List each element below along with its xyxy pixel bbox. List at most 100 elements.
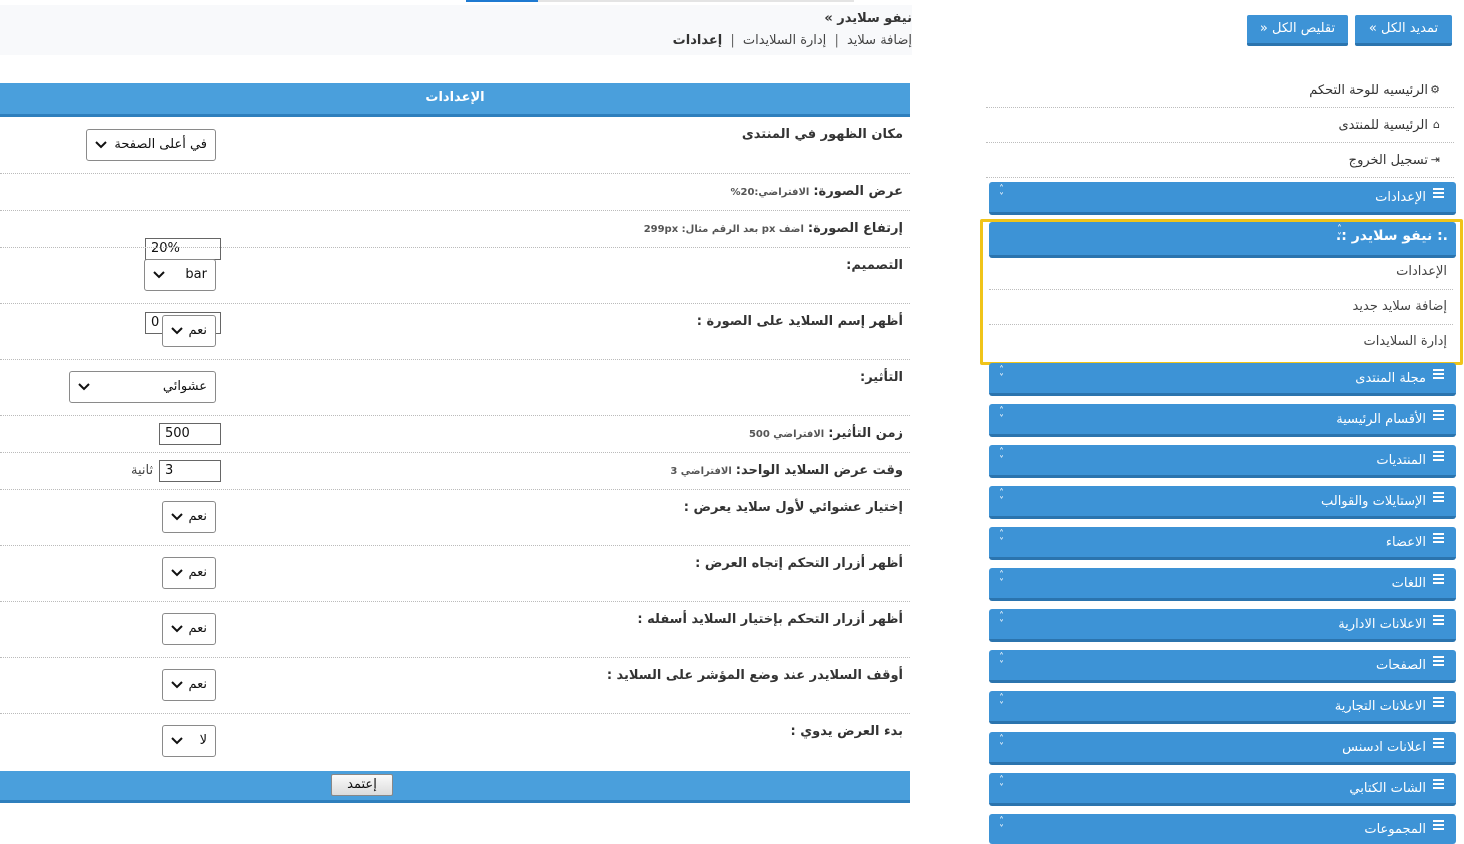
select-value: لا	[199, 733, 207, 748]
chevron-down-icon	[171, 513, 183, 521]
expand-arrows-icon: ˄ ˅	[999, 184, 1004, 203]
category-label: الاعلانات التجارية	[1334, 699, 1426, 714]
sidebar-category-styles[interactable]: الإستايلات والقوالب ˄ ˅	[989, 486, 1456, 519]
expand-arrows-icon: ˄ ˅	[999, 488, 1004, 507]
sidebar-link-label: تسجيل الخروج	[1348, 153, 1428, 168]
menu-bars-icon	[1433, 820, 1444, 832]
select-value: نعم	[188, 677, 207, 692]
setting-row-manual-start: بدء العرض يدوي : لا	[0, 714, 910, 770]
sidebar-category-members[interactable]: الاعضاء ˄ ˅	[989, 527, 1456, 560]
category-label: اللغات	[1391, 576, 1426, 591]
expand-arrows-icon: ˄ ˅	[999, 693, 1004, 712]
setting-hint: الافتراضي 500	[748, 429, 825, 440]
sidebar-category-groups[interactable]: المجموعات ˄ ˅	[989, 814, 1456, 844]
effect-select[interactable]: عشوائي	[69, 371, 216, 403]
sidebar-category-commercial-ads[interactable]: الاعلانات التجارية ˄ ˅	[989, 691, 1456, 724]
random-first-select[interactable]: نعم	[162, 501, 216, 533]
show-name-select[interactable]: نعم	[162, 315, 216, 347]
submit-button[interactable]: إعتمد	[331, 774, 393, 796]
setting-label: التصميم:	[846, 258, 903, 273]
setting-label: أظهر أزرار التحكم بإختيار السلايد أسفله …	[637, 612, 903, 627]
category-label: الإعدادات	[1375, 190, 1426, 205]
chevron-down-icon	[171, 569, 183, 577]
sidebar-category-settings[interactable]: الإعدادات ˄ ˅	[989, 182, 1456, 215]
top-tab-indicator	[466, 0, 854, 2]
breadcrumb-current: إعدادات	[672, 33, 723, 48]
category-label: المجموعات	[1364, 822, 1426, 837]
setting-label: أظهر إسم السلايد على الصورة :	[696, 314, 903, 329]
sidebar-link-label: الرئيسيه للوحة التحكم	[1309, 83, 1428, 98]
sidebar-category-admin-ads[interactable]: الاعلانات الادارية ˄ ˅	[989, 609, 1456, 642]
top-tab-active-indicator	[466, 0, 538, 2]
menu-bars-icon	[1433, 492, 1444, 504]
setting-label: وقت عرض السلايد الواحد:الافتراضي 3	[670, 463, 903, 478]
select-value: عشوائي	[162, 379, 207, 394]
setting-label-text: عرض الصورة:	[813, 184, 903, 199]
direction-buttons-select[interactable]: نعم	[162, 557, 216, 589]
sidebar-category-chat[interactable]: الشات الكتابي ˄ ˅	[989, 773, 1456, 806]
select-value: نعم	[188, 621, 207, 636]
setting-row-random-first: إختيار عشوائي لأول سلايد يعرض : نعم	[0, 490, 910, 546]
breadcrumb-separator: |	[834, 33, 839, 48]
sidebar-category-pages[interactable]: الصفحات ˄ ˅	[989, 650, 1456, 683]
setting-hint: الافتراضي:20%	[730, 187, 810, 198]
breadcrumb-title[interactable]: نيفو سلايدر »	[824, 11, 912, 26]
setting-row-pause-hover: أوقف السلايدر عند وضع المؤشر على السلايد…	[0, 658, 910, 714]
select-value: نعم	[188, 565, 207, 580]
expand-all-button[interactable]: تمديد الكل »	[1355, 15, 1452, 46]
sidebar-link-label: الرئيسية للمنتدى	[1338, 118, 1428, 133]
select-value: نعم	[188, 323, 207, 338]
setting-row-image-width: عرض الصورة:الافتراضي:20% 20%	[0, 174, 910, 260]
setting-label: مكان الظهور في المنتدى	[741, 127, 903, 142]
category-label: اعلانات ادسنس	[1342, 740, 1426, 755]
chevron-down-icon	[171, 737, 183, 745]
sidebar-category-forums[interactable]: المنتديات ˄ ˅	[989, 445, 1456, 478]
chevron-down-icon	[153, 271, 165, 279]
setting-row-effect: التأثير: عشوائي	[0, 360, 910, 416]
nav-buttons-select[interactable]: نعم	[162, 613, 216, 645]
setting-label: أوقف السلايدر عند وضع المؤشر على السلايد…	[606, 668, 903, 683]
setting-label: إختيار عشوائي لأول سلايد يعرض :	[683, 500, 903, 515]
highlight-box	[980, 219, 1463, 365]
menu-bars-icon	[1433, 451, 1444, 463]
menu-bars-icon	[1433, 574, 1444, 586]
setting-label: عرض الصورة:الافتراضي:20%	[730, 184, 903, 199]
menu-bars-icon	[1433, 410, 1444, 422]
collapse-all-button[interactable]: تقليص الكل «	[1247, 15, 1348, 46]
setting-row-design: التصميم: bar	[0, 248, 910, 304]
expand-arrows-icon: ˄ ˅	[999, 529, 1004, 548]
category-label: الإستايلات والقوالب	[1320, 494, 1426, 509]
chevron-down-icon	[171, 327, 183, 335]
menu-bars-icon	[1433, 188, 1444, 200]
menu-bars-icon	[1433, 615, 1444, 627]
sign-out-icon: ⇥	[1430, 153, 1440, 166]
position-select[interactable]: في أعلى الصفحة	[86, 129, 216, 161]
sidebar-link-forum-home[interactable]: ⌂ الرئيسية للمنتدى	[986, 108, 1454, 143]
sidebar-category-magazine[interactable]: مجلة المنتدى ˄ ˅	[989, 363, 1456, 396]
sidebar-category-main-sections[interactable]: الأقسام الرئيسية ˄ ˅	[989, 404, 1456, 437]
collapse-all-label: تقليص الكل	[1272, 21, 1336, 36]
setting-row-position: مكان الظهور في المنتدى في أعلى الصفحة	[0, 117, 910, 174]
category-label: الاعضاء	[1385, 535, 1426, 550]
manual-start-select[interactable]: لا	[162, 725, 216, 757]
setting-label-text: إرتفاع الصورة:	[807, 221, 903, 236]
setting-row-show-name: أظهر إسم السلايد على الصورة : نعم	[0, 304, 910, 360]
sidebar-link-cp-home[interactable]: ⚙ الرئيسيه للوحة التحكم	[986, 73, 1454, 108]
chevron-down-icon	[171, 681, 183, 689]
pause-hover-select[interactable]: نعم	[162, 669, 216, 701]
category-label: المنتديات	[1376, 453, 1426, 468]
select-value: في أعلى الصفحة	[114, 137, 207, 152]
slide-time-input[interactable]: 3	[159, 460, 221, 482]
expand-arrows-icon: ˄ ˅	[999, 406, 1004, 425]
category-label: الاعلانات الادارية	[1338, 617, 1426, 632]
sidebar-category-adsense[interactable]: اعلانات ادسنس ˄ ˅	[989, 732, 1456, 765]
design-select[interactable]: bar	[144, 259, 216, 291]
setting-label: التأثير:	[860, 370, 903, 385]
sidebar-link-logout[interactable]: ⇥ تسجيل الخروج	[986, 143, 1454, 178]
breadcrumb-link-manage-slides[interactable]: إدارة السلايدات	[743, 33, 826, 48]
sidebar-category-languages[interactable]: اللغات ˄ ˅	[989, 568, 1456, 601]
effect-time-input[interactable]: 500	[159, 423, 221, 445]
breadcrumb-link-add-slide[interactable]: إضافة سلايد	[847, 33, 912, 48]
menu-bars-icon	[1433, 656, 1444, 668]
expand-all-label: تمديد الكل	[1380, 21, 1439, 36]
